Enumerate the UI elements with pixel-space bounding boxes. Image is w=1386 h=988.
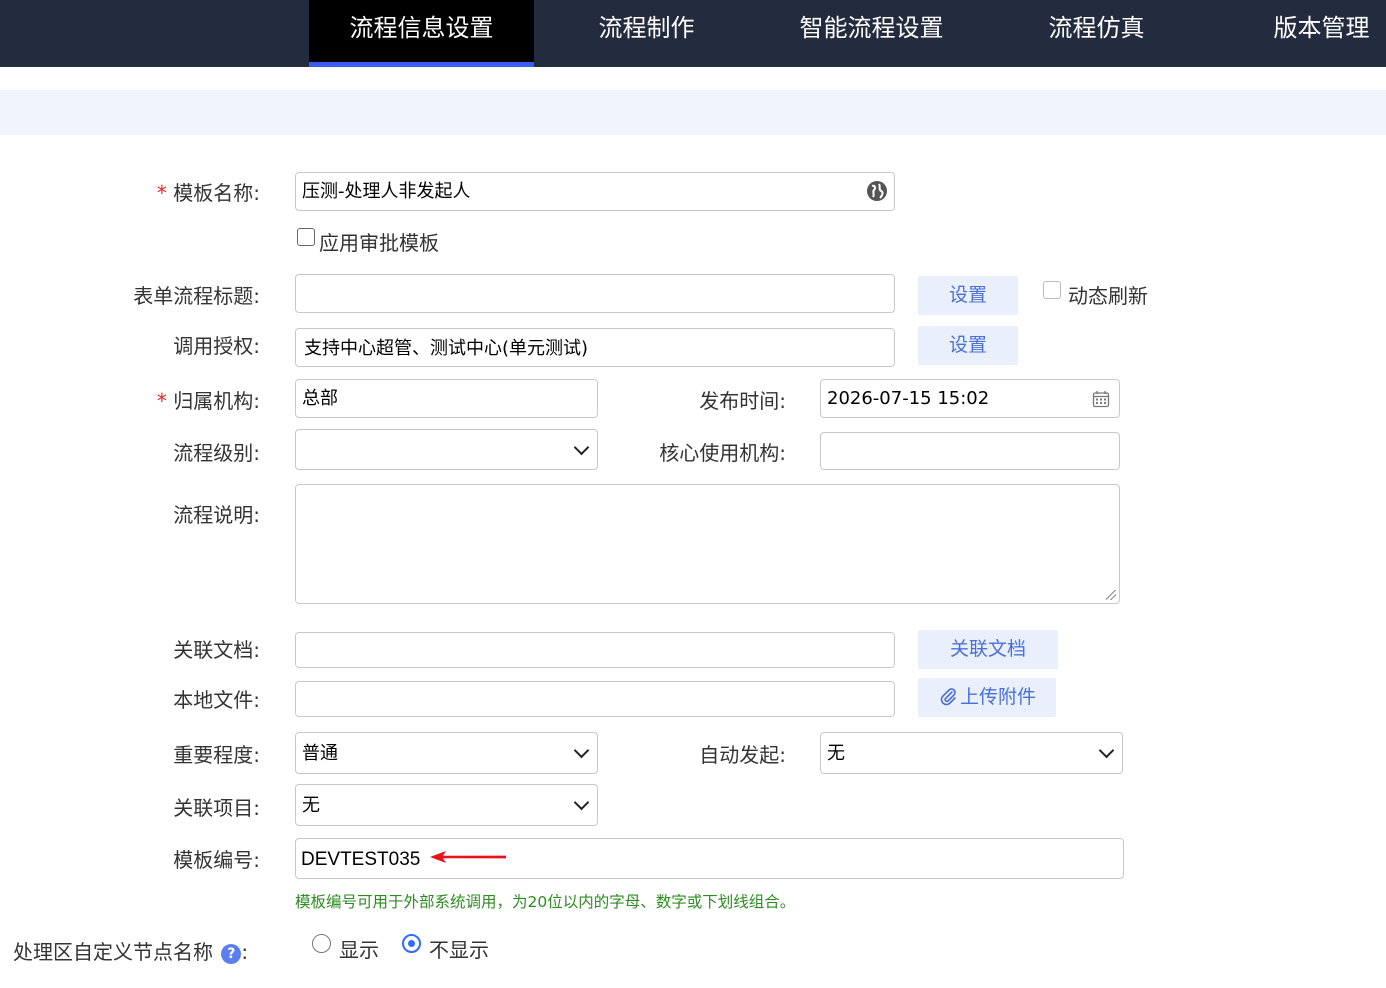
form-flow-title-label: 表单流程标题: bbox=[133, 284, 260, 308]
importance-select[interactable]: 普通 bbox=[295, 732, 598, 774]
related-project-label: 关联项目: bbox=[173, 796, 260, 820]
call-authorization-input[interactable]: 支持中心超管、测试中心(单元测试) bbox=[295, 328, 895, 367]
tab-flow-making[interactable]: 流程制作 bbox=[534, 0, 759, 67]
custom-node-name-label: 处理区自定义节点名称 ?: bbox=[13, 936, 248, 965]
custom-node-name-label-text: 处理区自定义节点名称 bbox=[13, 940, 213, 964]
radio-hide[interactable] bbox=[402, 934, 421, 953]
owner-org-value: 总部 bbox=[302, 388, 338, 409]
section-header-band bbox=[0, 90, 1386, 135]
flow-level-label: 流程级别: bbox=[173, 441, 260, 465]
flow-desc-label: 流程说明: bbox=[173, 503, 260, 527]
local-file-input[interactable] bbox=[295, 681, 895, 717]
owner-org-label: * 归属机构: bbox=[20, 385, 260, 414]
upload-attachment-button[interactable]: 上传附件 bbox=[918, 678, 1056, 717]
core-org-label: 核心使用机构: bbox=[659, 441, 786, 465]
radio-show[interactable] bbox=[312, 934, 331, 953]
call-authorization-label: 调用授权: bbox=[173, 334, 260, 358]
flow-desc-textarea[interactable] bbox=[295, 484, 1120, 604]
radio-show-label: 显示 bbox=[339, 938, 379, 962]
chevron-down-icon bbox=[573, 794, 590, 811]
publish-time-input[interactable]: 2026-07-15 15:02 bbox=[820, 379, 1120, 418]
template-name-label-text: 模板名称: bbox=[173, 181, 260, 205]
radio-hide-label: 不显示 bbox=[429, 938, 489, 962]
flow-level-select[interactable] bbox=[295, 429, 598, 470]
template-name-value: 压测-处理人非发起人 bbox=[302, 181, 471, 202]
owner-org-input[interactable]: 总部 bbox=[295, 379, 598, 418]
tab-flow-simulation[interactable]: 流程仿真 bbox=[984, 0, 1209, 67]
help-icon[interactable]: ? bbox=[221, 944, 242, 964]
importance-value: 普通 bbox=[302, 743, 338, 764]
required-mark: * bbox=[156, 181, 167, 205]
auto-start-select[interactable]: 无 bbox=[820, 732, 1123, 774]
dynamic-refresh-checkbox[interactable] bbox=[1043, 281, 1061, 299]
apply-approval-template-label: 应用审批模板 bbox=[319, 231, 439, 255]
core-org-input[interactable] bbox=[820, 432, 1120, 470]
related-docs-input[interactable] bbox=[295, 632, 895, 668]
apply-approval-template-checkbox[interactable] bbox=[297, 228, 315, 246]
call-authorization-set-button[interactable]: 设置 bbox=[918, 326, 1018, 365]
form-flow-title-input[interactable] bbox=[295, 274, 895, 313]
calendar-icon[interactable] bbox=[1092, 390, 1110, 408]
local-file-label: 本地文件: bbox=[173, 688, 260, 712]
publish-time-label: 发布时间: bbox=[699, 389, 786, 413]
tab-smart-flow-settings[interactable]: 智能流程设置 bbox=[759, 0, 984, 67]
importance-label: 重要程度: bbox=[173, 743, 260, 767]
publish-time-value: 2026-07-15 15:02 bbox=[827, 388, 990, 409]
paperclip-icon bbox=[940, 688, 956, 706]
call-authorization-value: 支持中心超管、测试中心(单元测试) bbox=[304, 338, 589, 359]
template-code-hint: 模板编号可用于外部系统调用，为20位以内的字母、数字或下划线组合。 bbox=[295, 893, 796, 911]
related-docs-button[interactable]: 关联文档 bbox=[918, 630, 1058, 669]
related-project-select[interactable]: 无 bbox=[295, 784, 598, 826]
template-code-label: 模板编号: bbox=[173, 848, 260, 872]
tab-version-management[interactable]: 版本管理 bbox=[1209, 0, 1386, 67]
auto-start-value: 无 bbox=[827, 743, 845, 764]
resize-handle-icon[interactable] bbox=[1106, 590, 1116, 600]
upload-attachment-label: 上传附件 bbox=[959, 686, 1036, 708]
chevron-down-icon bbox=[1098, 742, 1115, 759]
dynamic-refresh-label: 动态刷新 bbox=[1068, 284, 1148, 308]
template-name-input[interactable]: 压测-处理人非发起人 bbox=[295, 172, 895, 211]
top-nav-bar: 流程信息设置 流程制作 智能流程设置 流程仿真 版本管理 bbox=[0, 0, 1386, 67]
custom-node-name-colon: : bbox=[241, 940, 249, 964]
form-flow-title-set-button[interactable]: 设置 bbox=[918, 276, 1018, 315]
tab-flow-info-settings[interactable]: 流程信息设置 bbox=[309, 0, 534, 67]
template-code-value: DEVTEST035 bbox=[301, 849, 421, 870]
globe-icon[interactable] bbox=[866, 180, 888, 202]
required-mark: * bbox=[156, 389, 167, 413]
owner-org-label-text: 归属机构: bbox=[173, 389, 260, 413]
template-code-input[interactable]: DEVTEST035 bbox=[295, 838, 1124, 879]
annotation-arrow-icon bbox=[430, 851, 506, 863]
auto-start-label: 自动发起: bbox=[699, 743, 786, 767]
related-docs-label: 关联文档: bbox=[173, 638, 260, 662]
template-name-label: * 模板名称: bbox=[20, 177, 260, 206]
related-project-value: 无 bbox=[302, 795, 320, 816]
